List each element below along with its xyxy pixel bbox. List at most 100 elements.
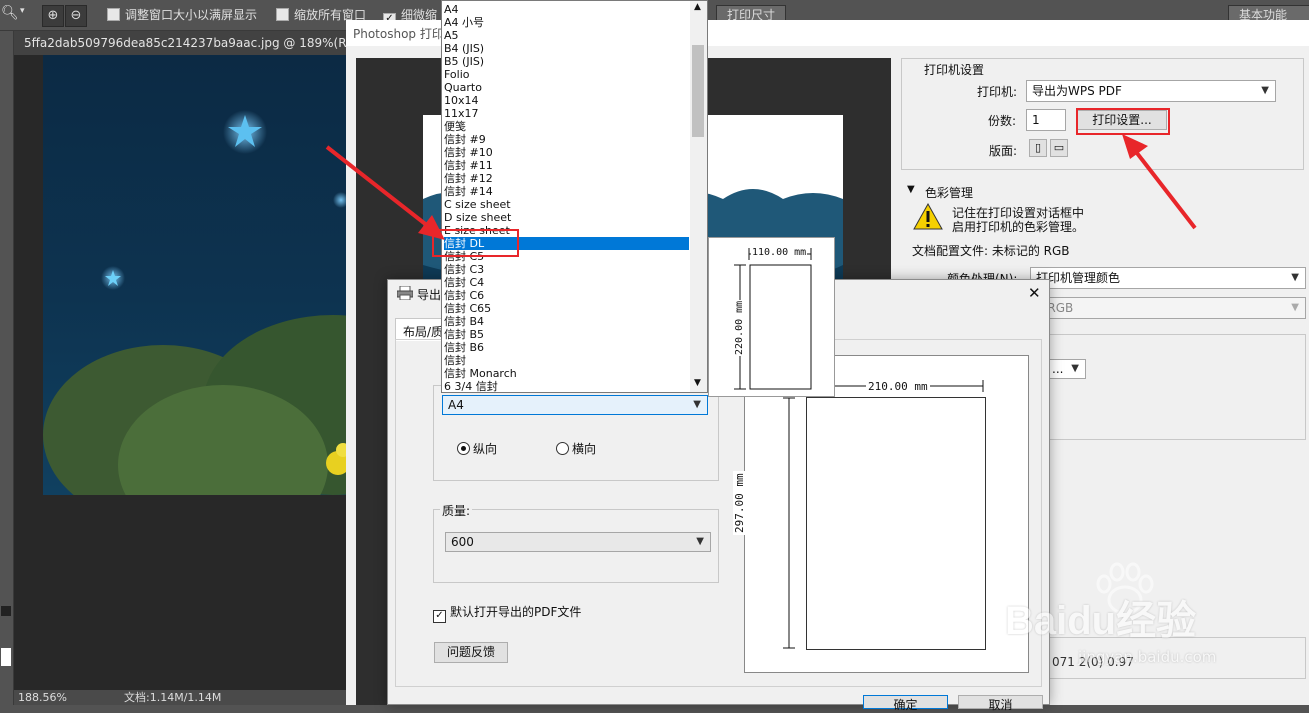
paper-option[interactable]: B5 (JIS): [444, 55, 689, 68]
watermark: Baidu经验 jingyan.baidu.com: [1000, 560, 1300, 670]
paper-option[interactable]: 信封 #9: [444, 133, 689, 146]
printer-icon: [397, 286, 413, 300]
tab-layout[interactable]: 布局/质: [395, 318, 447, 341]
page-dimension-lines: [783, 380, 984, 649]
open-pdf-label: 默认打开导出的PDF文件: [450, 605, 582, 619]
collapse-triangle-icon[interactable]: ▼: [907, 184, 915, 195]
tools-panel: [0, 31, 14, 705]
chevron-down-icon[interactable]: ▾: [20, 6, 25, 16]
paper-option[interactable]: B4 (JIS): [444, 42, 689, 55]
document-profile-label: 文档配置文件: 未标记的 RGB: [912, 244, 1070, 258]
portrait-radio[interactable]: 纵向: [457, 440, 497, 457]
tab-layout-label: 布局/质: [403, 325, 444, 339]
paper-option[interactable]: 信封 #14: [444, 185, 689, 198]
status-bar: 188.56% 文档:1.14M/1.14M: [14, 690, 346, 705]
quality-value: 600: [451, 535, 474, 549]
fit-window-label: 调整窗口大小以满屏显示: [125, 8, 258, 22]
layout-label: 版面:: [989, 144, 1018, 158]
chevron-down-icon: ▼: [1291, 272, 1299, 283]
landscape-layout-icon[interactable]: ▭: [1050, 139, 1068, 157]
paper-option[interactable]: 6 3/4 信封: [444, 380, 689, 392]
cancel-button[interactable]: 取消: [958, 695, 1043, 712]
document-image: [43, 55, 346, 495]
zoom-out-icon[interactable]: ⊖: [65, 5, 87, 27]
paper-option[interactable]: C size sheet: [444, 198, 689, 211]
paper-option[interactable]: 信封 B4: [444, 315, 689, 328]
scroll-up-icon[interactable]: ▲: [694, 2, 701, 12]
feedback-button[interactable]: 问题反馈: [434, 642, 508, 663]
fit-window-checkbox[interactable]: 调整窗口大小以满屏显示: [107, 6, 257, 23]
page-height-label: 297.00 mm: [733, 471, 746, 535]
paper-option[interactable]: 信封 #12: [444, 172, 689, 185]
rendering-intent-select[interactable]: ... ▼: [1046, 359, 1086, 379]
foreground-color-swatch[interactable]: [1, 606, 11, 616]
list-scrollbar[interactable]: ▲ ▼: [690, 1, 707, 392]
open-pdf-checkbox[interactable]: ✓ 默认打开导出的PDF文件: [433, 603, 581, 623]
envelope-width-label: 110.00 mm: [751, 247, 808, 258]
quality-label: 质量:: [440, 502, 473, 519]
printer-select[interactable]: 导出为WPS PDF ▼: [1026, 80, 1276, 102]
watermark-url: jingyan.baidu.com: [1078, 648, 1217, 666]
copies-label: 份数:: [988, 114, 1017, 128]
paper-option[interactable]: Folio: [444, 68, 689, 81]
paper-option[interactable]: 10x14: [444, 94, 689, 107]
zoom-tool-icon[interactable]: 🔍︎: [1, 5, 19, 21]
portrait-layout-icon[interactable]: ▯: [1029, 139, 1047, 157]
color-management-title: 色彩管理: [925, 186, 974, 200]
chevron-down-icon: ▼: [693, 399, 701, 410]
scrollbar-thumb[interactable]: [692, 45, 704, 137]
paper-option[interactable]: 信封: [444, 354, 689, 367]
paper-option[interactable]: A5: [444, 29, 689, 42]
background-color-swatch[interactable]: [1, 648, 11, 666]
paper-option[interactable]: 信封 C4: [444, 276, 689, 289]
annotation-box-envelope-dl: [432, 229, 519, 257]
warning-icon: [913, 203, 943, 230]
paper-size-select[interactable]: A4 ▼: [442, 395, 708, 415]
paper-option[interactable]: 信封 B6: [444, 341, 689, 354]
night-scene-illustration: [43, 110, 346, 495]
paper-size-value: A4: [448, 398, 464, 412]
paper-option[interactable]: 信封 C65: [444, 302, 689, 315]
printer-label: 打印机:: [977, 85, 1018, 99]
chevron-down-icon: ▼: [1071, 363, 1079, 374]
paper-option[interactable]: 信封 Monarch: [444, 367, 689, 380]
envelope-dimension-lines: [734, 248, 812, 390]
printer-profile-select[interactable]: E RGB ▼: [1030, 297, 1306, 319]
paper-option[interactable]: A4 小号: [444, 16, 689, 29]
color-warning-line2: 启用打印机的色彩管理。: [952, 220, 1085, 234]
close-icon[interactable]: ✕: [1028, 284, 1041, 302]
paper-option[interactable]: 信封 #11: [444, 159, 689, 172]
print-dialog-title: Photoshop 打印: [353, 27, 444, 41]
paper-option[interactable]: 便笺: [444, 120, 689, 133]
zoom-in-icon[interactable]: ⊕: [42, 5, 64, 27]
landscape-radio[interactable]: 横向: [556, 440, 596, 457]
chevron-down-icon: ▼: [696, 536, 704, 547]
paper-option[interactable]: 信封 #10: [444, 146, 689, 159]
annotation-box-print-settings: [1076, 108, 1170, 135]
paper-size-dropdown-list[interactable]: A4 A4 小号 A5 B4 (JIS) B5 (JIS) Folio Quarto 10x1…: [441, 0, 708, 393]
paper-option[interactable]: D size sheet: [444, 211, 689, 224]
paper-option[interactable]: 11x17: [444, 107, 689, 120]
color-handling-select[interactable]: 打印机管理颜色 ▼: [1030, 267, 1306, 289]
document-tab[interactable]: 5ffa2dab509796dea85c214237ba9aac.jpg @ 1…: [14, 31, 346, 55]
quality-select[interactable]: 600 ▼: [445, 532, 711, 552]
export-dialog-title: 导出: [417, 288, 442, 302]
paper-option[interactable]: 信封 C6: [444, 289, 689, 302]
envelope-preview: 110.00 mm 220.00 mm: [708, 237, 835, 397]
doc-size: 文档:1.14M/1.14M: [124, 691, 222, 704]
paper-option[interactable]: A4: [444, 3, 689, 16]
paper-option[interactable]: Quarto: [444, 81, 689, 94]
watermark-brand: Baidu经验: [1005, 599, 1197, 643]
ok-button[interactable]: 确定: [863, 695, 948, 712]
zoom-level[interactable]: 188.56%: [18, 690, 67, 705]
landscape-label: 横向: [572, 442, 597, 456]
envelope-height-label: 220.00 mm: [734, 299, 745, 356]
copies-input[interactable]: 1: [1026, 109, 1066, 131]
printer-value: 导出为WPS PDF: [1032, 84, 1122, 98]
paper-option[interactable]: 信封 C3: [444, 263, 689, 276]
page-width-label: 210.00 mm: [866, 380, 930, 393]
paper-option[interactable]: 信封 B5: [444, 328, 689, 341]
scroll-down-icon[interactable]: ▼: [694, 378, 701, 388]
rendering-group: [1036, 334, 1306, 440]
chevron-down-icon: ▼: [1291, 302, 1299, 313]
